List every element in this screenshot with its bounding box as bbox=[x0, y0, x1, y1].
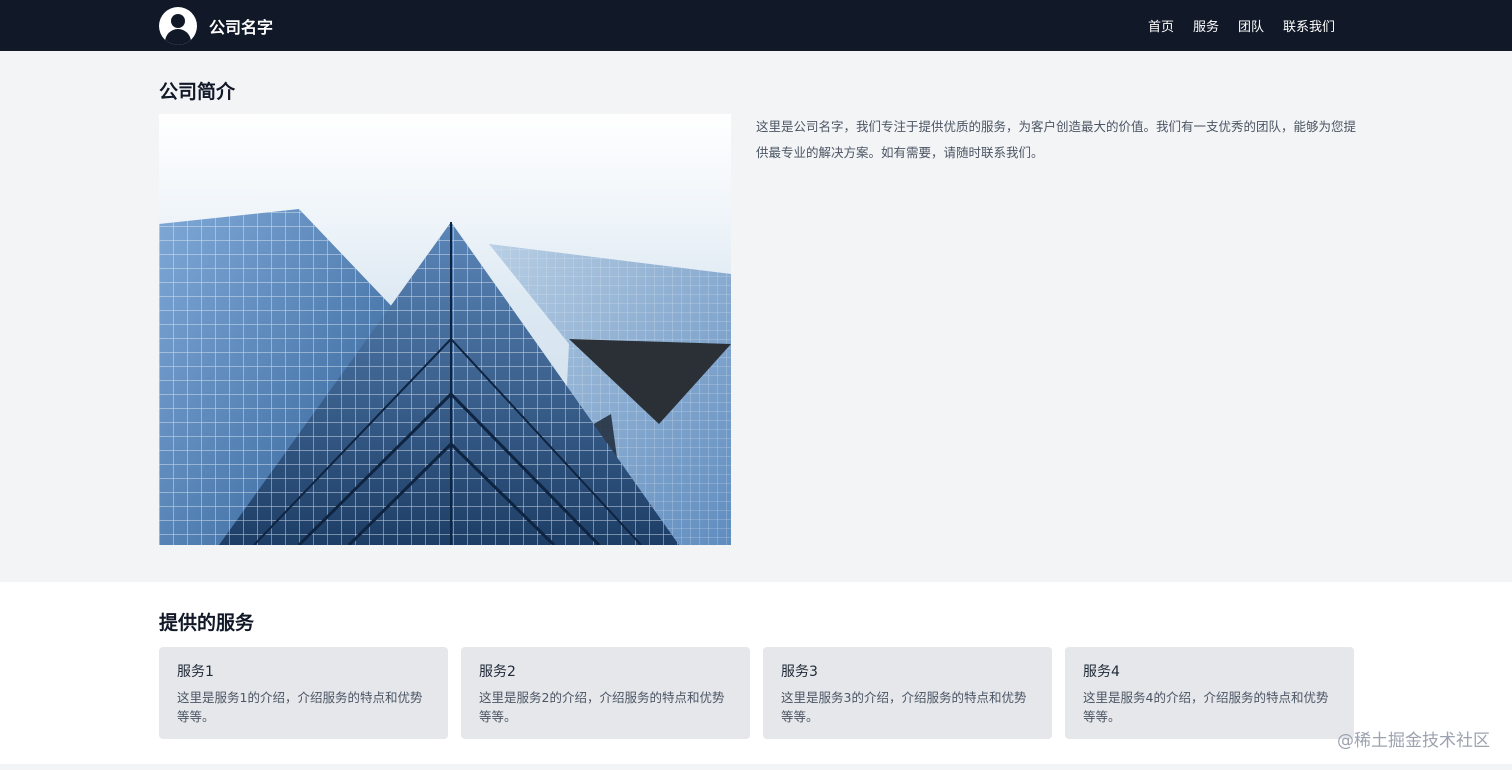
nav-link-services[interactable]: 服务 bbox=[1193, 16, 1219, 35]
navbar: 公司名字 首页 服务 团队 联系我们 bbox=[0, 0, 1512, 51]
service-cards: 服务1 这里是服务1的介绍，介绍服务的特点和优势等等。 服务2 这里是服务2的介… bbox=[159, 647, 1355, 739]
service-card-description: 这里是服务4的介绍，介绍服务的特点和优势等等。 bbox=[1083, 690, 1329, 724]
logo-body bbox=[165, 28, 191, 45]
service-card-description: 这里是服务2的介绍，介绍服务的特点和优势等等。 bbox=[479, 690, 725, 724]
about-title: 公司简介 bbox=[159, 81, 236, 103]
nav-links: 首页 服务 团队 联系我们 bbox=[1129, 16, 1335, 35]
building-illustration bbox=[159, 209, 731, 545]
brand[interactable]: 公司名字 bbox=[159, 6, 274, 45]
about-description: 这里是公司名字，我们专注于提供优质的服务，为客户创造最大的价值。我们有一支优秀的… bbox=[756, 119, 1357, 160]
service-card-description: 这里是服务3的介绍，介绍服务的特点和优势等等。 bbox=[781, 690, 1027, 724]
watermark: @稀土掘金技术社区 bbox=[1337, 731, 1490, 751]
nav-link-team[interactable]: 团队 bbox=[1238, 16, 1264, 35]
navbar-inner: 公司名字 首页 服务 团队 联系我们 bbox=[159, 0, 1353, 51]
service-card-title: 服务4 bbox=[1083, 664, 1120, 680]
service-card-3[interactable]: 服务3 这里是服务3的介绍，介绍服务的特点和优势等等。 bbox=[763, 647, 1052, 739]
company-name: 公司名字 bbox=[209, 17, 274, 37]
hero-building-image bbox=[159, 114, 731, 545]
service-card-1[interactable]: 服务1 这里是服务1的介绍，介绍服务的特点和优势等等。 bbox=[159, 647, 448, 739]
user-avatar-icon[interactable] bbox=[159, 6, 197, 45]
service-card-description: 这里是服务1的介绍，介绍服务的特点和优势等等。 bbox=[177, 690, 423, 724]
logo-head bbox=[171, 13, 185, 28]
about-section: 公司简介 这里是公司名字，我们专注于提供优质的服务，为客户创造最大的价值。我们有… bbox=[0, 51, 1512, 582]
service-card-4[interactable]: 服务4 这里是服务4的介绍，介绍服务的特点和优势等等。 bbox=[1065, 647, 1354, 739]
nav-link-contact[interactable]: 联系我们 bbox=[1283, 16, 1335, 35]
services-section: 提供的服务 服务1 这里是服务1的介绍，介绍服务的特点和优势等等。 服务2 这里… bbox=[0, 582, 1512, 764]
services-title: 提供的服务 bbox=[159, 612, 255, 634]
service-card-title: 服务3 bbox=[781, 664, 818, 680]
nav-link-home[interactable]: 首页 bbox=[1148, 16, 1174, 35]
service-card-2[interactable]: 服务2 这里是服务2的介绍，介绍服务的特点和优势等等。 bbox=[461, 647, 750, 739]
service-card-title: 服务2 bbox=[479, 664, 516, 680]
service-card-title: 服务1 bbox=[177, 664, 214, 680]
